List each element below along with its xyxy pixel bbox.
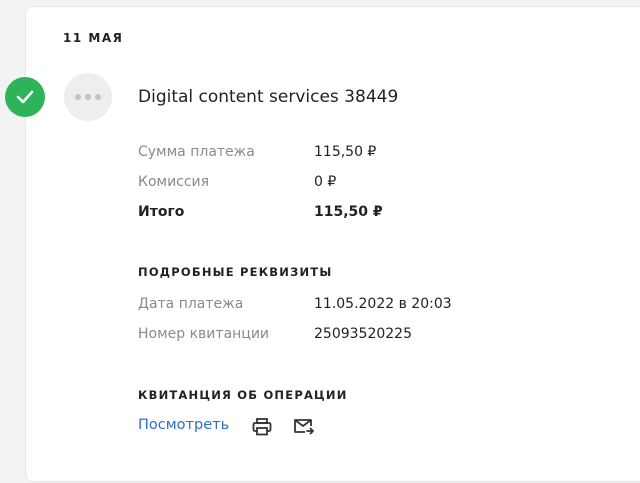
receipt-number-value: 25093520225 — [314, 326, 412, 342]
merchant-avatar — [64, 73, 112, 121]
total-label: Итого — [138, 204, 185, 220]
details-section-title: ПОДРОБНЫЕ РЕКВИЗИТЫ — [138, 265, 333, 279]
operation-card — [25, 6, 640, 482]
payment-amount-value: 115,50 ₽ — [314, 144, 377, 160]
commission-value: 0 ₽ — [314, 174, 337, 190]
view-receipt-link[interactable]: Посмотреть — [138, 417, 229, 433]
payment-date-label: Дата платежа — [138, 296, 244, 312]
more-dots-icon-dot — [85, 94, 91, 100]
receipt-section-title: КВИТАНЦИЯ ОБ ОПЕРАЦИИ — [138, 388, 348, 402]
more-dots-icon — [75, 94, 81, 100]
print-icon[interactable] — [251, 417, 273, 437]
receipt-number-label: Номер квитанции — [138, 326, 270, 342]
commission-label: Комиссия — [138, 174, 210, 190]
date-header: 11 МАЯ — [63, 31, 124, 45]
payment-amount-label: Сумма платежа — [138, 144, 255, 160]
total-value: 115,50 ₽ — [314, 204, 383, 220]
mail-send-icon[interactable] — [293, 417, 315, 437]
success-check-icon — [5, 77, 45, 117]
payment-date-value: 11.05.2022 в 20:03 — [314, 296, 452, 312]
merchant-name: Digital content services 38449 — [138, 87, 399, 107]
more-dots-icon-dot — [95, 94, 101, 100]
